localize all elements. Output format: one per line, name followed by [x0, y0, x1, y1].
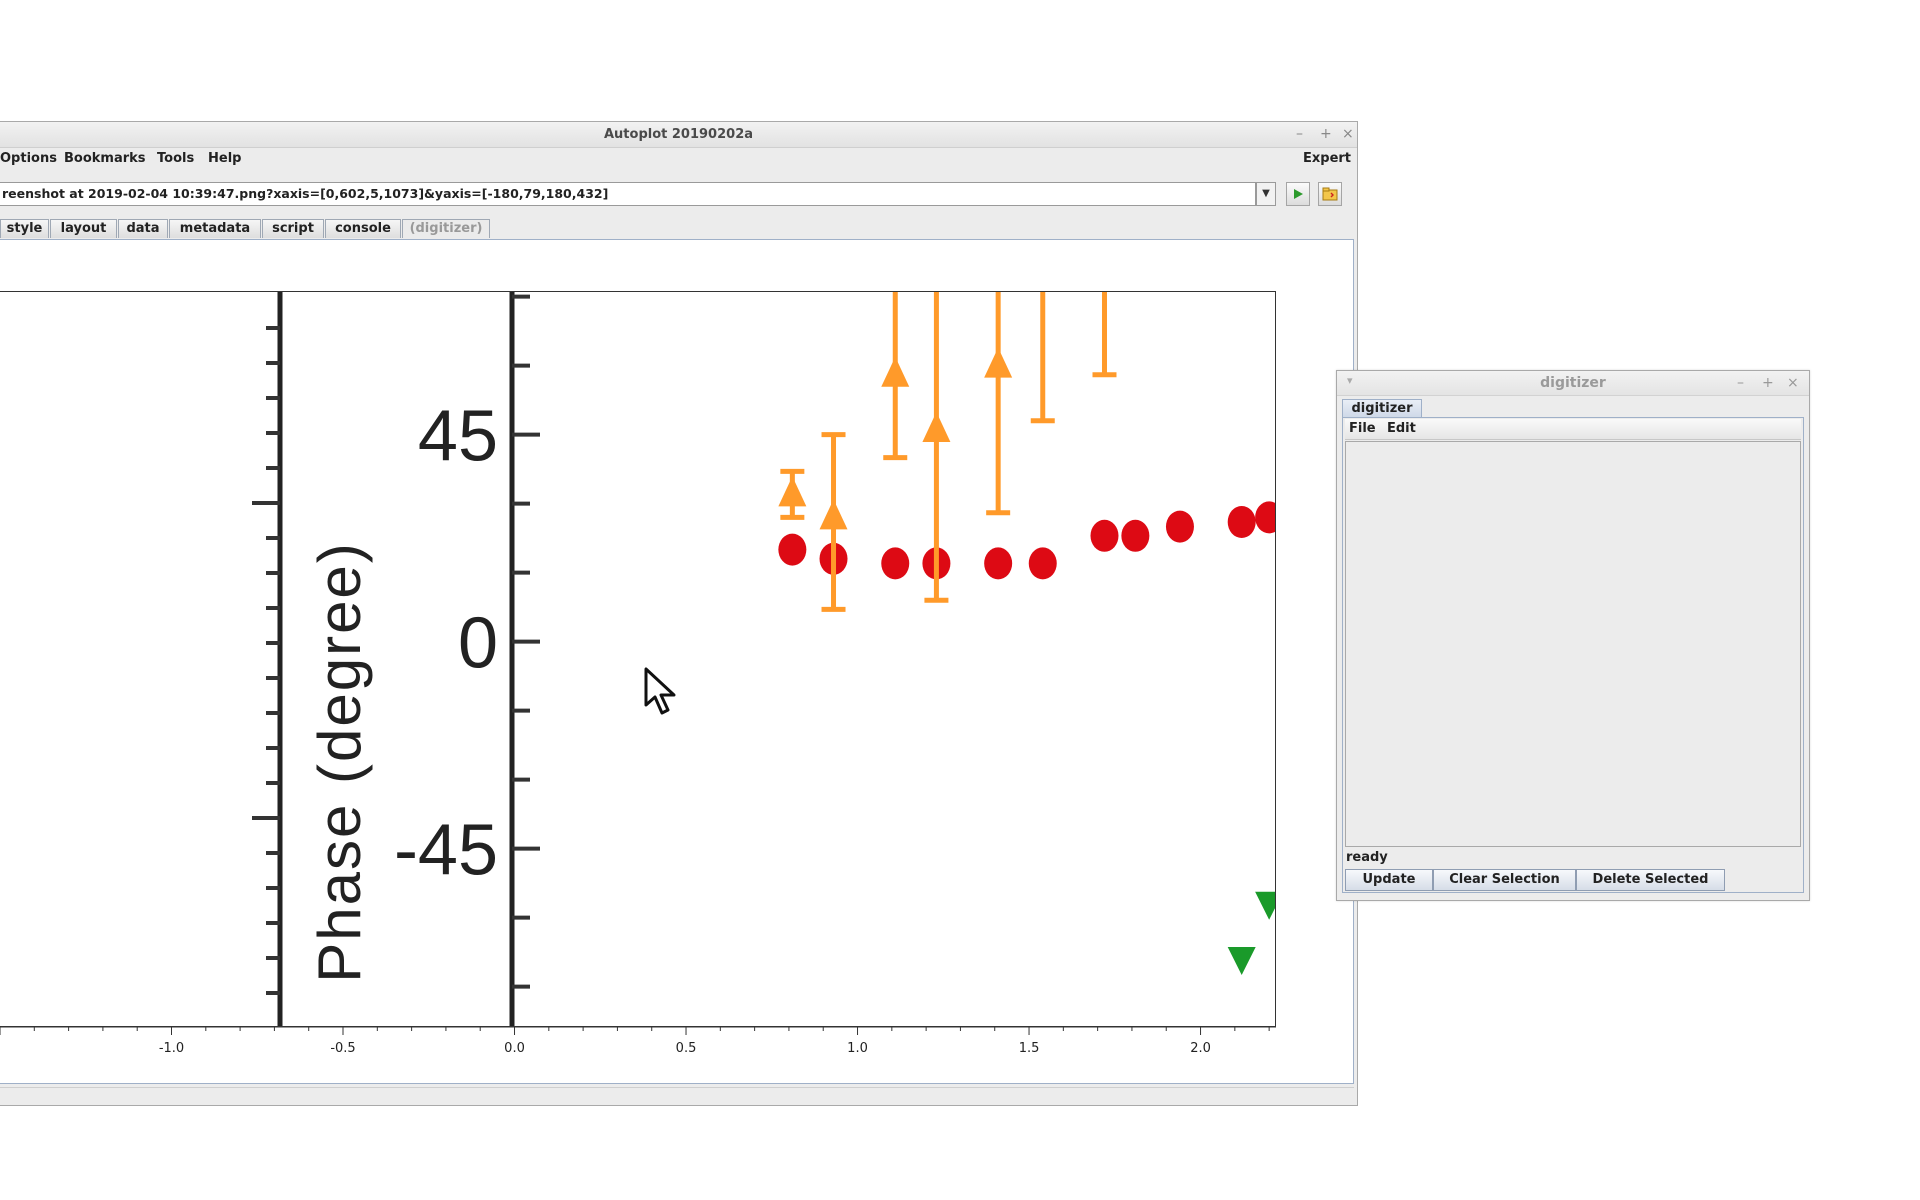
menubar: Options Bookmarks Tools Help Expert [0, 148, 1357, 170]
chevron-down-icon: ▼ [1262, 188, 1270, 199]
x-axis: -1.0 -0.5 0.0 0.5 1.0 1.5 2.0 [0, 1026, 1276, 1056]
close-icon[interactable]: × [1787, 375, 1799, 391]
data-point-circle [1028, 547, 1057, 580]
data-point-triangle-up [922, 412, 951, 442]
browse-button[interactable] [1318, 182, 1342, 206]
expert-menu[interactable]: Expert [1303, 151, 1351, 166]
digitizer-panel: File Edit ready Update Clear Selection D… [1342, 417, 1804, 893]
data-point-circle [984, 547, 1013, 580]
data-point-triangle-up [819, 499, 848, 530]
minimize-icon[interactable]: – [1296, 126, 1303, 142]
tab-layout[interactable]: layout [50, 219, 117, 238]
url-dropdown-button[interactable]: ▼ [1256, 182, 1276, 206]
tab-style[interactable]: style [0, 219, 49, 238]
tab-data[interactable]: data [118, 219, 168, 238]
close-icon[interactable]: × [1342, 126, 1354, 142]
data-point-triangle-down [1227, 947, 1256, 975]
status-bar [0, 1087, 1354, 1104]
y-tick-label: 0 [458, 604, 498, 684]
menu-bookmarks[interactable]: Bookmarks [64, 151, 146, 166]
data-point-circle [881, 547, 910, 580]
x-tick-label: 1.0 [847, 1041, 868, 1056]
data-point-circle [1121, 519, 1150, 552]
url-row: reenshot at 2019-02-04 10:39:47.png?xaxi… [0, 182, 1357, 208]
digitizer-tab[interactable]: digitizer [1342, 399, 1422, 417]
menu-help[interactable]: Help [208, 151, 241, 166]
x-tick-label: 0.5 [676, 1041, 697, 1056]
y-tick-labels: 45 0 -45 [394, 397, 498, 891]
data-point-triangle-up [881, 356, 910, 387]
update-button[interactable]: Update [1345, 869, 1433, 891]
tab-digitizer[interactable]: (digitizer) [402, 219, 490, 238]
x-tick-label: -0.5 [330, 1041, 355, 1056]
x-tick-label: 1.5 [1019, 1041, 1040, 1056]
maximize-icon[interactable]: + [1320, 126, 1332, 142]
digitizer-points-list[interactable] [1345, 441, 1801, 847]
digitizer-menubar: File Edit [1345, 419, 1801, 440]
data-point-triangle-up [984, 347, 1013, 378]
plot-canvas: 45 0 -45 Phase (degree) [252, 292, 1275, 1026]
data-point-triangle-down [1255, 891, 1275, 920]
menu-options[interactable]: Options [0, 151, 57, 166]
autoplot-titlebar[interactable]: Autoplot 20190202a – + × [0, 122, 1357, 148]
data-point-circle [1090, 519, 1119, 552]
data-point-circle [778, 533, 807, 566]
play-icon [1294, 189, 1303, 199]
plot-area[interactable]: 45 0 -45 Phase (degree) [0, 291, 1276, 1027]
tab-console[interactable]: console [325, 219, 401, 238]
mouse-cursor-icon [644, 667, 676, 715]
tab-script[interactable]: script [262, 219, 324, 238]
menu-tools[interactable]: Tools [157, 151, 194, 166]
y-tick-label: -45 [394, 811, 498, 891]
url-input[interactable]: reenshot at 2019-02-04 10:39:47.png?xaxi… [0, 182, 1256, 206]
x-tick-label: 0.0 [504, 1041, 525, 1056]
maximize-icon[interactable]: + [1762, 375, 1774, 391]
delete-selected-button[interactable]: Delete Selected [1576, 869, 1725, 891]
y-axis-label: Phase (degree) [306, 541, 373, 983]
digitizer-titlebar[interactable]: ▾ digitizer – + × [1337, 371, 1809, 396]
digitizer-status: ready [1346, 850, 1388, 865]
digitizer-window: ▾ digitizer – + × digitizer File Edit re… [1336, 370, 1810, 901]
data-point-circle [1165, 510, 1194, 543]
window-title: Autoplot 20190202a [603, 127, 754, 142]
data-point-circle [1227, 506, 1256, 538]
data-point-triangle-up [778, 476, 807, 507]
folder-icon [1322, 187, 1338, 201]
data-series [778, 292, 1275, 975]
y-tick-label: 45 [418, 397, 498, 477]
clear-selection-button[interactable]: Clear Selection [1433, 869, 1576, 891]
x-tick-label: 2.0 [1190, 1041, 1211, 1056]
run-button[interactable] [1286, 182, 1310, 206]
tab-metadata[interactable]: metadata [169, 219, 261, 238]
data-point-circle [1255, 501, 1275, 534]
menu-file[interactable]: File [1349, 421, 1376, 436]
x-tick-label: -1.0 [159, 1041, 184, 1056]
minimize-icon[interactable]: – [1737, 375, 1744, 391]
menu-edit[interactable]: Edit [1387, 421, 1416, 436]
